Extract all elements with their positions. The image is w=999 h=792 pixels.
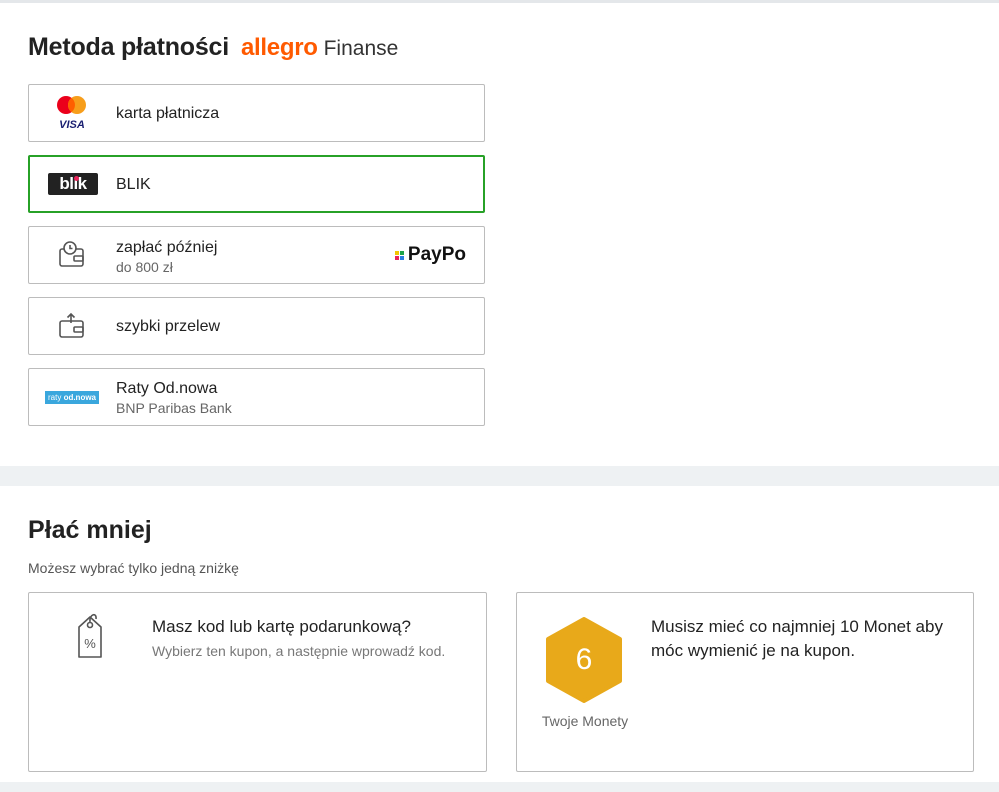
coupon-subtitle: Wybierz ten kupon, a następnie wprowadź … [152,643,446,659]
coin-count: 6 [575,643,593,676]
coins-label: Twoje Monety [541,713,629,729]
payment-option-card[interactable]: VISA karta płatnicza [28,84,485,142]
coins-card: 6 Twoje Monety Musisz mieć co najmniej 1… [516,592,974,772]
svg-text:VISA: VISA [59,119,85,131]
payment-option-installments[interactable]: raty od.nowa Raty Od.nowa BNP Paribas Ba… [28,368,485,426]
raty-odnowa-logo: raty od.nowa [44,377,100,417]
coins-message: Musisz mieć co najmniej 10 Monet aby móc… [651,617,943,660]
payment-title: Metoda płatności [28,33,229,61]
page-footer-gap [0,782,999,792]
blik-logo: blik [48,164,98,204]
paypo-logo: PayPo [394,244,466,266]
price-tag-percent-icon: % [73,611,107,666]
payment-option-label: szybki przelew [116,318,221,335]
discount-title: Płać mniej [28,516,152,544]
mastercard-visa-icon: VISA [47,93,97,133]
coin-badge: 6 [544,617,624,703]
coupon-card[interactable]: % Masz kod lub kartę podarunkową? Wybier… [28,592,487,772]
payment-option-sublabel: BNP Paribas Bank [116,400,232,416]
payment-option-label: karta płatnicza [116,105,220,122]
wallet-transfer-icon [47,306,97,346]
payment-option-sublabel: do 800 zł [116,259,173,275]
discount-section: Płać mniej Możesz wybrać tylko jedną zni… [0,486,999,782]
svg-text:%: % [84,636,96,651]
payment-option-blik[interactable]: blik BLIK [28,155,485,213]
payment-option-label: zapłać później [116,239,218,256]
payment-option-quick-transfer[interactable]: szybki przelew [28,297,485,355]
allegro-logo-text: allegro [241,34,318,61]
payment-method-section: Metoda płatności allegro Finanse VISA ka… [0,3,999,466]
payment-option-label: BLIK [116,176,151,193]
payment-option-pay-later[interactable]: zapłać później do 800 zł PayPo [28,226,485,284]
finanse-logo-text: Finanse [323,37,399,60]
discount-hint: Możesz wybrać tylko jedną zniżkę [28,560,239,576]
allegro-finanse-logo: allegro Finanse [241,34,398,62]
payment-header: Metoda płatności allegro Finanse [28,33,398,62]
coupon-title: Masz kod lub kartę podarunkową? [152,617,411,636]
payment-option-label: Raty Od.nowa [116,380,218,397]
wallet-clock-icon [47,235,97,275]
